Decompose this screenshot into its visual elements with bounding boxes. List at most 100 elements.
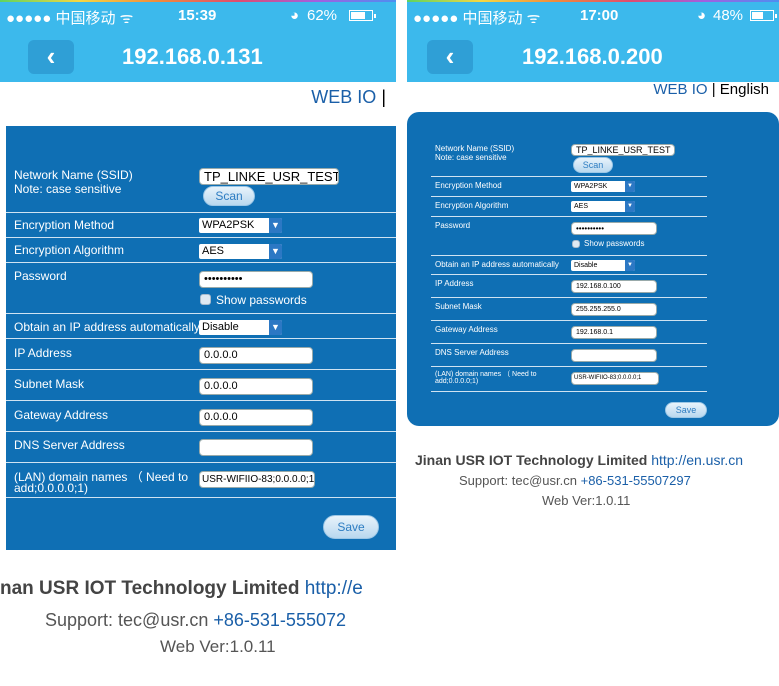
web-version: Web Ver:1.0.11 [160, 637, 276, 656]
alarm-icon: ◕ [697, 7, 707, 24]
dhcp-select[interactable]: Disable ▼ [571, 260, 635, 271]
dhcp-value: Disable [574, 262, 598, 269]
gateway-label: Gateway Address [14, 408, 109, 422]
nav-bar: ‹ 192.168.0.200 [407, 30, 779, 82]
clock: 17:00 [580, 7, 619, 24]
language-links: WEB IO | English [653, 81, 769, 98]
dns-input[interactable] [199, 439, 313, 456]
subnet-mask-input[interactable]: 255.255.255.0 [571, 303, 657, 316]
lan-domain-label-line2: add;0.0.0.0;1) [435, 378, 479, 385]
status-bar-stripe [407, 0, 779, 2]
carrier-signal: ●●●●● 中国移动 ᯤ [6, 10, 134, 27]
gateway-row: Gateway Address 0.0.0.0 [6, 401, 396, 432]
encryption-method-row: Encryption Method WPA2PSK ▼ [6, 213, 396, 238]
ssid-input[interactable]: TP_LINKE_USR_TEST [571, 144, 675, 156]
lan-domain-row: (LAN) domain names （ Need to add;0.0.0.0… [6, 463, 396, 498]
password-input[interactable]: •••••••••• [571, 222, 657, 235]
dhcp-label: Obtain an IP address automatically [435, 260, 559, 269]
show-passwords-checkbox[interactable] [200, 294, 211, 305]
encryption-algorithm-value: AES [574, 203, 589, 210]
back-button[interactable]: ‹ [28, 40, 74, 74]
dhcp-row: Obtain an IP address automatically Disab… [431, 256, 707, 275]
lan-domain-label-line2: add;0.0.0.0;1) [14, 481, 89, 495]
ssid-note: Note: case sensitive [14, 182, 122, 196]
support-email: Support: tec@usr.cn [459, 473, 577, 488]
chevron-down-icon: ▼ [625, 260, 635, 271]
company-name: nan USR IOT Technology Limited [0, 578, 300, 599]
lan-domain-row: (LAN) domain names （ Need to add;0.0.0.0… [431, 367, 707, 392]
encryption-method-label: Encryption Method [14, 218, 115, 232]
clock: 15:39 [178, 7, 217, 24]
encryption-method-select[interactable]: WPA2PSK ▼ [199, 218, 282, 233]
battery-icon [750, 10, 777, 21]
show-passwords-label: Show passwords [216, 293, 307, 307]
password-row: Password •••••••••• Show passwords [6, 263, 396, 314]
battery-percent: 62% [307, 7, 338, 24]
password-input[interactable]: •••••••••• [199, 271, 313, 288]
dhcp-value: Disable [202, 321, 239, 333]
encryption-method-value: WPA2PSK [202, 219, 255, 231]
settings-panel: Network Name (SSID) Note: case sensitive… [6, 126, 396, 550]
page-title: 192.168.0.200 [522, 44, 663, 69]
company-url-link[interactable]: http://e [305, 578, 363, 599]
subnet-mask-input[interactable]: 0.0.0.0 [199, 378, 313, 395]
ssid-label: Network Name (SSID) [14, 168, 133, 182]
chevron-down-icon: ▼ [269, 320, 282, 335]
save-button[interactable]: Save [665, 402, 707, 418]
gateway-input[interactable]: 0.0.0.0 [199, 409, 313, 426]
battery-percent: 48% [713, 7, 744, 24]
status-bar: ●●●●● 中国移动 ᯤ 15:39 ◕ 62% [0, 0, 396, 30]
ip-address-input[interactable]: 0.0.0.0 [199, 347, 313, 364]
ssid-input[interactable]: TP_LINKE_USR_TEST [199, 168, 339, 185]
english-link[interactable]: English [720, 81, 769, 98]
dns-row: DNS Server Address [6, 432, 396, 463]
support-line: Support: tec@usr.cn +86-531-555072 [45, 610, 346, 631]
encryption-algorithm-label: Encryption Algorithm [435, 201, 509, 210]
support-phone-link[interactable]: +86-531-555072 [213, 610, 346, 630]
encryption-algorithm-select[interactable]: AES ▼ [199, 244, 282, 259]
scan-button[interactable]: Scan [573, 157, 613, 173]
nav-bar: ‹ 192.168.0.131 [0, 30, 396, 82]
support-email: Support: tec@usr.cn [45, 610, 209, 630]
lan-domain-input[interactable]: USR-WIFIIO-83;0.0.0.0;1 [199, 471, 315, 488]
gateway-input[interactable]: 192.168.0.1 [571, 326, 657, 339]
status-bar: ●●●●● 中国移动 ᯤ 17:00 ◕ 48% [407, 0, 779, 30]
lang-separator: | [381, 87, 386, 107]
back-button[interactable]: ‹ [427, 40, 473, 74]
ssid-row: Network Name (SSID) Note: case sensitive… [431, 112, 707, 177]
webio-link[interactable]: WEB IO [653, 81, 707, 98]
subnet-mask-label: Subnet Mask [435, 302, 482, 311]
subnet-mask-row: Subnet Mask 255.255.255.0 [431, 298, 707, 321]
encryption-method-value: WPA2PSK [574, 183, 608, 190]
show-passwords-checkbox[interactable] [572, 240, 580, 248]
encryption-method-label: Encryption Method [435, 181, 502, 190]
password-row: Password •••••••••• Show passwords [431, 217, 707, 256]
company-line: Jinan USR IOT Technology Limited http://… [415, 452, 743, 468]
left-phone-screen: ●●●●● 中国移动 ᯤ 15:39 ◕ 62% ‹ 192.168.0.131… [0, 0, 396, 686]
page-title: 192.168.0.131 [122, 44, 263, 69]
ssid-row: Network Name (SSID) Note: case sensitive… [6, 126, 396, 213]
language-links: WEB IO | [311, 87, 386, 108]
settings-panel: Network Name (SSID) Note: case sensitive… [407, 112, 779, 426]
lan-domain-input[interactable]: USR-WIFIIO-83;0.0.0.0;1 [571, 372, 659, 385]
webio-link[interactable]: WEB IO [311, 87, 376, 107]
subnet-mask-label: Subnet Mask [14, 377, 85, 391]
scan-button[interactable]: Scan [203, 186, 255, 206]
dhcp-select[interactable]: Disable ▼ [199, 320, 282, 335]
carrier-signal: ●●●●● 中国移动 ᯤ [413, 10, 541, 27]
company-url-link[interactable]: http://en.usr.cn [651, 452, 743, 468]
right-phone-screen: ●●●●● 中国移动 ᯤ 17:00 ◕ 48% ‹ 192.168.0.200… [407, 0, 779, 686]
encryption-algorithm-select[interactable]: AES ▼ [571, 201, 635, 212]
password-label: Password [435, 221, 471, 230]
ip-address-input[interactable]: 192.168.0.100 [571, 280, 657, 293]
ip-address-label: IP Address [14, 346, 72, 360]
dhcp-row: Obtain an IP address automatically Disab… [6, 314, 396, 339]
password-label: Password [14, 269, 67, 283]
screen-divider [396, 0, 407, 686]
encryption-method-select[interactable]: WPA2PSK ▼ [571, 181, 635, 192]
status-bar-stripe [0, 0, 396, 2]
ip-address-row: IP Address 0.0.0.0 [6, 339, 396, 370]
support-phone-link[interactable]: +86-531-55507297 [581, 473, 691, 488]
save-button[interactable]: Save [323, 515, 379, 539]
dns-input[interactable] [571, 349, 657, 362]
